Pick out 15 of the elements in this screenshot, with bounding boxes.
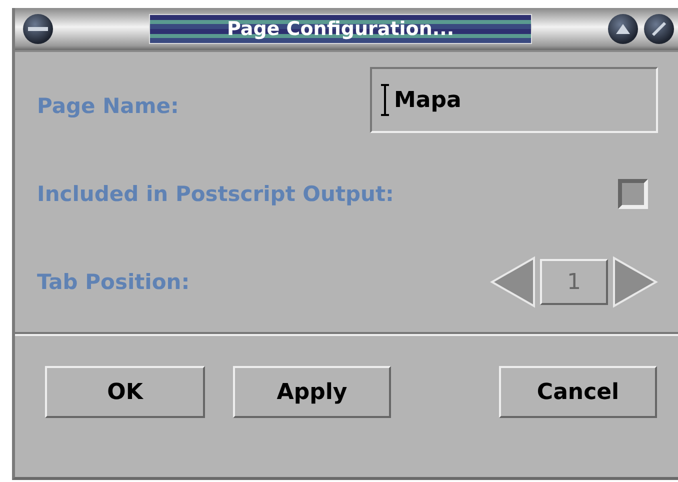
field-label: Included in Postscript Output: bbox=[37, 182, 394, 206]
dialog-button[interactable]: OK bbox=[45, 366, 205, 418]
minimize-icon[interactable] bbox=[23, 14, 53, 44]
dialog-button[interactable]: Apply bbox=[233, 366, 391, 418]
pencil-icon[interactable] bbox=[644, 14, 674, 44]
field-label: Tab Position: bbox=[37, 270, 190, 294]
raise-icon[interactable] bbox=[608, 14, 638, 44]
text-cursor-icon bbox=[380, 84, 390, 116]
checkbox[interactable] bbox=[618, 179, 648, 209]
left-arrow-icon[interactable] bbox=[490, 256, 536, 308]
page-name-field[interactable]: Mapa bbox=[370, 67, 658, 133]
right-arrow-icon[interactable] bbox=[612, 256, 658, 308]
dialog-button[interactable]: Cancel bbox=[499, 366, 657, 418]
field-label: Page Name: bbox=[37, 94, 179, 118]
window-title: Page Configuration... bbox=[149, 14, 532, 44]
